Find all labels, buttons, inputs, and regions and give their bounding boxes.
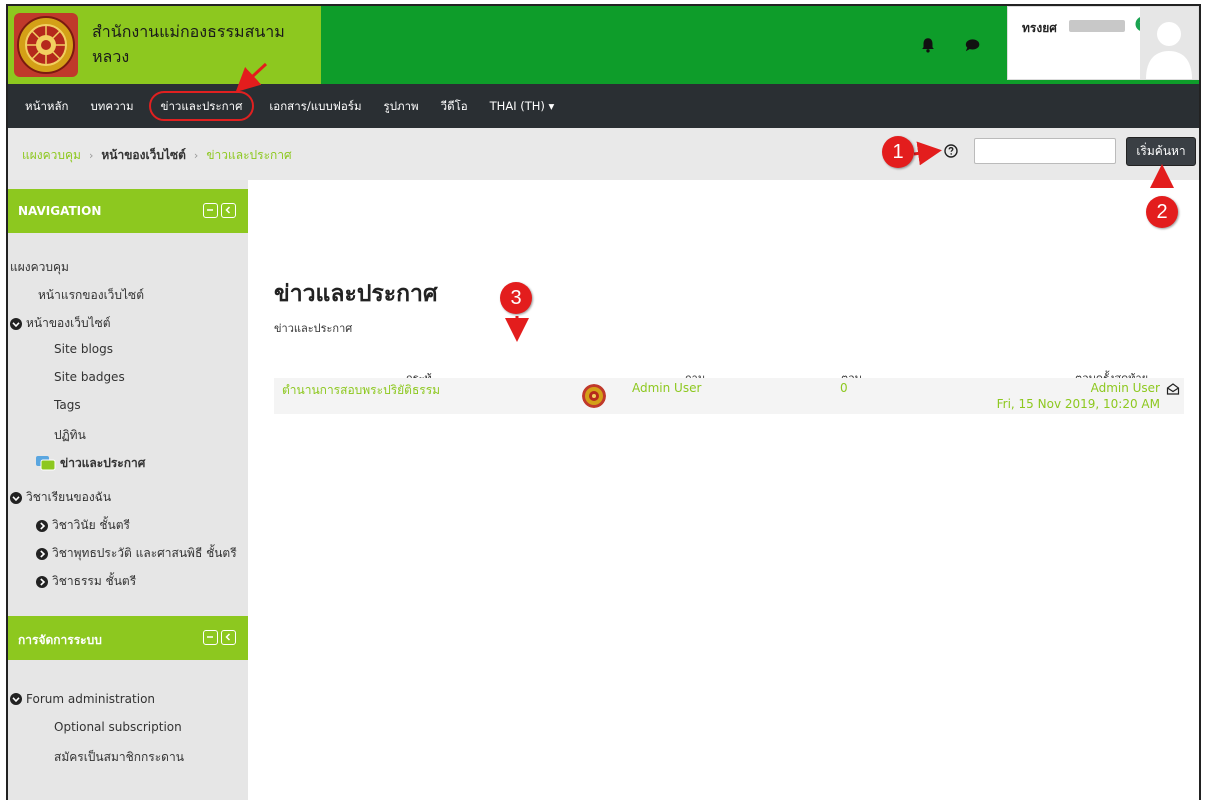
annotation-marker-2: 2 — [1146, 196, 1178, 228]
annotation-marker-1: 1 — [882, 136, 914, 168]
annotation-marker-3: 3 — [500, 282, 532, 314]
annotation-arrows — [235, 62, 1174, 342]
browser-frame: สำนักงานแม่กองธรรมสนามหลวง ทรงยศ หน้าหลั… — [6, 4, 1201, 800]
